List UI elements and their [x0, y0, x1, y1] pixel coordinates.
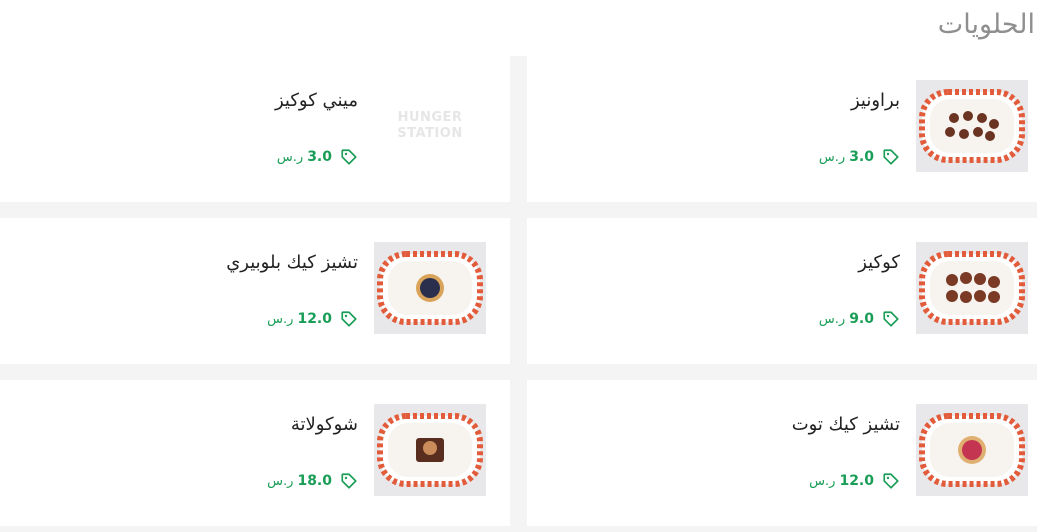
item-price: 3.0	[849, 149, 874, 165]
page-header: الحلويات	[0, 0, 1037, 56]
price-tag-icon	[341, 149, 357, 165]
item-image	[374, 404, 486, 496]
item-image	[916, 242, 1028, 334]
item-price: 18.0	[297, 473, 332, 489]
menu-item-card[interactable]: HUNGER STATION ميني كوكيز 3.0 ر.س	[0, 56, 510, 202]
item-currency: ر.س	[267, 473, 294, 489]
price-row: 12.0 ر.س	[809, 472, 900, 490]
price-row: 3.0 ر.س	[277, 148, 358, 166]
item-image	[374, 242, 486, 334]
item-name: تشيز كيك توت	[791, 414, 900, 435]
item-name: تشيز كيك بلوبيري	[226, 252, 358, 273]
item-image	[916, 80, 1028, 172]
section-title: الحلويات	[937, 9, 1035, 40]
item-price: 9.0	[849, 311, 874, 327]
price-tag-icon	[883, 311, 899, 327]
logo-line-2: STATION	[397, 126, 463, 141]
item-name: براونيز	[850, 90, 900, 111]
item-currency: ر.س	[818, 311, 846, 327]
item-price: 3.0	[307, 149, 332, 165]
item-image	[916, 404, 1028, 496]
menu-item-card[interactable]: تشيز كيك بلوبيري 12.0 ر.س	[0, 218, 510, 364]
item-name: ميني كوكيز	[274, 90, 358, 111]
item-currency: ر.س	[809, 473, 836, 489]
menu-item-card[interactable]: براونيز 3.0 ر.س	[527, 56, 1037, 202]
item-currency: ر.س	[276, 149, 304, 165]
menu-item-card[interactable]: شوكولاتة 18.0 ر.س	[0, 380, 510, 526]
price-row: 3.0 ر.س	[819, 148, 900, 166]
menu-item-card[interactable]: تشيز كيك توت 12.0 ر.س	[527, 380, 1037, 526]
item-price: 12.0	[297, 311, 332, 327]
price-tag-icon	[341, 473, 357, 489]
item-price: 12.0	[839, 473, 874, 489]
hungerstation-logo: HUNGER STATION	[374, 80, 486, 172]
item-name: كوكيز	[858, 252, 900, 273]
price-row: 12.0 ر.س	[267, 310, 358, 328]
logo-line-1: HUNGER	[397, 110, 463, 125]
menu-item-card[interactable]: كوكيز 9.0 ر.س	[527, 218, 1037, 364]
price-tag-icon	[883, 473, 899, 489]
price-row: 18.0 ر.س	[267, 472, 358, 490]
item-currency: ر.س	[818, 149, 846, 165]
item-name: شوكولاتة	[290, 414, 358, 435]
item-currency: ر.س	[267, 311, 294, 327]
price-tag-icon	[341, 311, 357, 327]
price-row: 9.0 ر.س	[819, 310, 900, 328]
price-tag-icon	[883, 149, 899, 165]
